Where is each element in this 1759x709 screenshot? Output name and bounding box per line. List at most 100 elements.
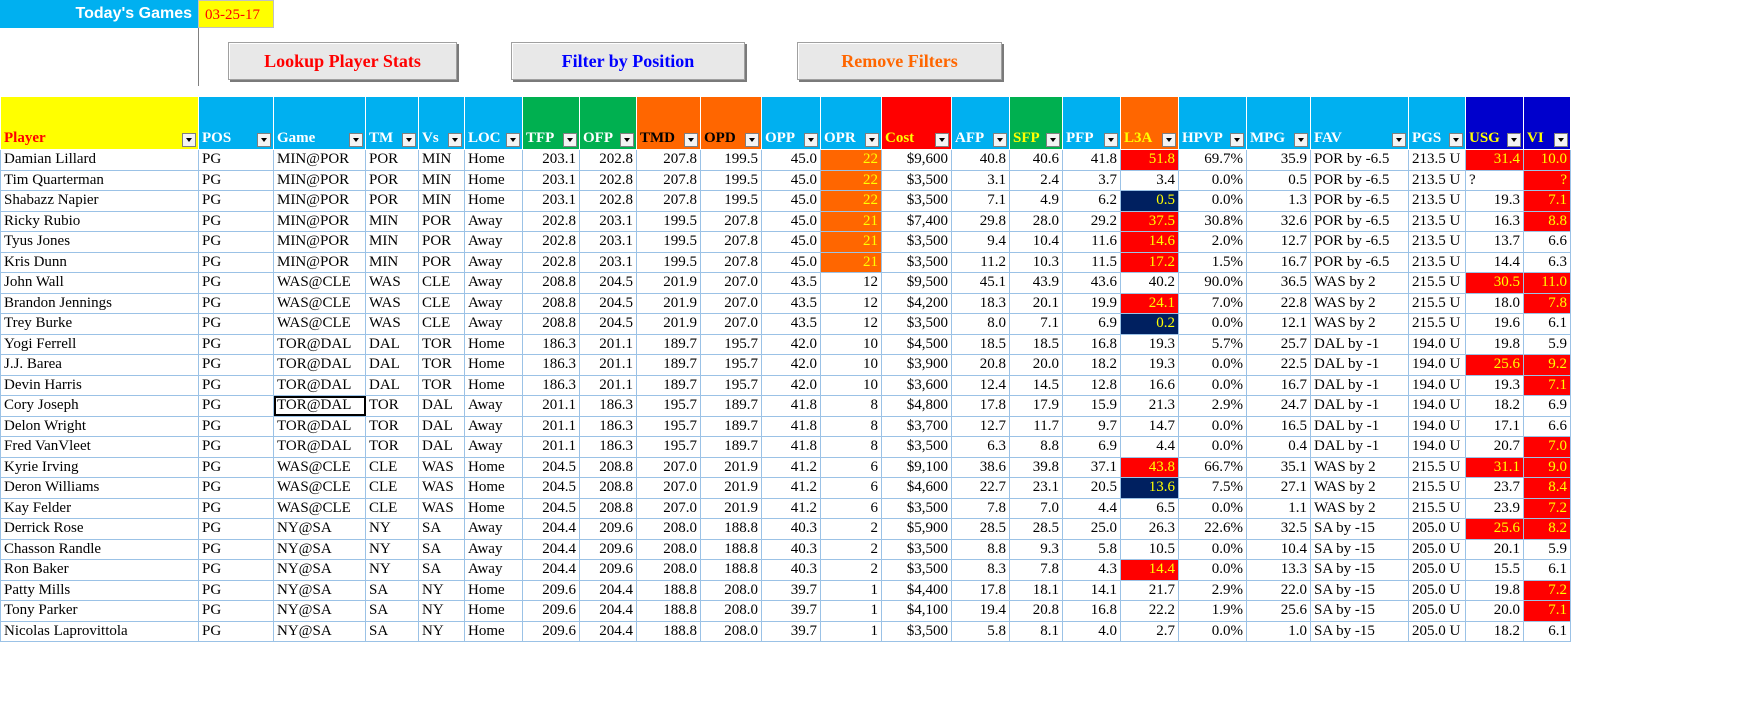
cell-hpvp[interactable]: 90.0% bbox=[1178, 272, 1247, 294]
cell-pfp[interactable]: 3.7 bbox=[1062, 169, 1121, 191]
cell-ofp[interactable]: 202.8 bbox=[579, 149, 637, 171]
cell-pos[interactable]: PG bbox=[198, 333, 274, 355]
cell-player[interactable]: Brandon Jennings bbox=[0, 292, 199, 314]
cell-game[interactable]: NY@SA bbox=[273, 579, 366, 601]
cell-pos[interactable]: PG bbox=[198, 231, 274, 253]
cell-opp[interactable]: 40.3 bbox=[761, 559, 821, 581]
cell-afp[interactable]: 12.4 bbox=[951, 374, 1010, 396]
cell-player[interactable]: Chasson Randle bbox=[0, 538, 199, 560]
filter-dropdown-icon[interactable] bbox=[865, 133, 879, 147]
cell-usg[interactable]: 31.1 bbox=[1465, 456, 1524, 478]
cell-opp[interactable]: 41.8 bbox=[761, 395, 821, 417]
cell-sfp[interactable]: 23.1 bbox=[1009, 477, 1063, 499]
cell-tfp[interactable]: 208.8 bbox=[522, 272, 580, 294]
cell-game[interactable]: WAS@CLE bbox=[273, 272, 366, 294]
cell-tfp[interactable]: 201.1 bbox=[522, 436, 580, 458]
cell-pos[interactable]: PG bbox=[198, 169, 274, 191]
cell-hpvp[interactable]: 22.6% bbox=[1178, 518, 1247, 540]
cell-opp[interactable]: 45.0 bbox=[761, 149, 821, 171]
cell-opr[interactable]: 8 bbox=[820, 415, 882, 437]
cell-vs[interactable]: NY bbox=[418, 579, 465, 601]
cell-hpvp[interactable]: 7.5% bbox=[1178, 477, 1247, 499]
cell-fav[interactable]: WAS by 2 bbox=[1310, 497, 1409, 519]
cell-vi[interactable]: 9.0 bbox=[1523, 456, 1571, 478]
cell-mpg[interactable]: 12.7 bbox=[1246, 231, 1311, 253]
cell-opp[interactable]: 41.8 bbox=[761, 436, 821, 458]
cell-vs[interactable]: WAS bbox=[418, 456, 465, 478]
filter-dropdown-icon[interactable] bbox=[1230, 133, 1244, 147]
cell-pfp[interactable]: 4.4 bbox=[1062, 497, 1121, 519]
cell-tmd[interactable]: 188.8 bbox=[636, 579, 701, 601]
cell-opr[interactable]: 21 bbox=[820, 210, 882, 232]
cell-opd[interactable]: 199.5 bbox=[700, 190, 762, 212]
cell-l3a[interactable]: 3.4 bbox=[1120, 169, 1179, 191]
cell-opd[interactable]: 188.8 bbox=[700, 559, 762, 581]
cell-cost[interactable]: $3,900 bbox=[881, 354, 952, 376]
filter-dropdown-icon[interactable] bbox=[745, 133, 759, 147]
cell-pgs[interactable]: 213.5 U bbox=[1408, 149, 1466, 171]
cell-l3a[interactable]: 21.7 bbox=[1120, 579, 1179, 601]
cell-vi[interactable]: 6.3 bbox=[1523, 251, 1571, 273]
cell-pfp[interactable]: 16.8 bbox=[1062, 600, 1121, 622]
cell-tm[interactable]: DAL bbox=[365, 333, 419, 355]
cell-pgs[interactable]: 194.0 U bbox=[1408, 436, 1466, 458]
cell-tfp[interactable]: 186.3 bbox=[522, 374, 580, 396]
cell-tm[interactable]: DAL bbox=[365, 374, 419, 396]
cell-vs[interactable]: DAL bbox=[418, 395, 465, 417]
cell-sfp[interactable]: 10.3 bbox=[1009, 251, 1063, 273]
cell-mpg[interactable]: 22.0 bbox=[1246, 579, 1311, 601]
cell-cost[interactable]: $7,400 bbox=[881, 210, 952, 232]
filter-dropdown-icon[interactable] bbox=[257, 133, 271, 147]
cell-ofp[interactable]: 208.8 bbox=[579, 477, 637, 499]
cell-pfp[interactable]: 4.3 bbox=[1062, 559, 1121, 581]
cell-tm[interactable]: POR bbox=[365, 169, 419, 191]
cell-pfp[interactable]: 6.9 bbox=[1062, 436, 1121, 458]
cell-opp[interactable]: 41.8 bbox=[761, 415, 821, 437]
cell-player[interactable]: Kris Dunn bbox=[0, 251, 199, 273]
cell-opr[interactable]: 1 bbox=[820, 620, 882, 642]
cell-pgs[interactable]: 205.0 U bbox=[1408, 620, 1466, 642]
cell-afp[interactable]: 18.3 bbox=[951, 292, 1010, 314]
cell-sfp[interactable]: 20.1 bbox=[1009, 292, 1063, 314]
cell-opr[interactable]: 1 bbox=[820, 579, 882, 601]
cell-opr[interactable]: 2 bbox=[820, 538, 882, 560]
cell-opd[interactable]: 188.8 bbox=[700, 538, 762, 560]
cell-cost[interactable]: $5,900 bbox=[881, 518, 952, 540]
cell-opd[interactable]: 199.5 bbox=[700, 149, 762, 171]
cell-opd[interactable]: 207.8 bbox=[700, 251, 762, 273]
cell-sfp[interactable]: 17.9 bbox=[1009, 395, 1063, 417]
cell-pos[interactable]: PG bbox=[198, 456, 274, 478]
cell-vs[interactable]: WAS bbox=[418, 497, 465, 519]
cell-usg[interactable]: 20.7 bbox=[1465, 436, 1524, 458]
cell-afp[interactable]: 8.0 bbox=[951, 313, 1010, 335]
cell-mpg[interactable]: 25.7 bbox=[1246, 333, 1311, 355]
cell-vi[interactable]: 11.0 bbox=[1523, 272, 1571, 294]
cell-l3a[interactable]: 2.7 bbox=[1120, 620, 1179, 642]
cell-mpg[interactable]: 0.5 bbox=[1246, 169, 1311, 191]
cell-tmd[interactable]: 207.8 bbox=[636, 149, 701, 171]
cell-fav[interactable]: DAL by -1 bbox=[1310, 354, 1409, 376]
cell-player[interactable]: Tony Parker bbox=[0, 600, 199, 622]
cell-fav[interactable]: POR by -6.5 bbox=[1310, 231, 1409, 253]
cell-tfp[interactable]: 209.6 bbox=[522, 600, 580, 622]
cell-vs[interactable]: MIN bbox=[418, 149, 465, 171]
cell-vs[interactable]: NY bbox=[418, 620, 465, 642]
cell-opd[interactable]: 208.0 bbox=[700, 579, 762, 601]
cell-tm[interactable]: WAS bbox=[365, 272, 419, 294]
cell-pfp[interactable]: 12.8 bbox=[1062, 374, 1121, 396]
cell-pgs[interactable]: 213.5 U bbox=[1408, 251, 1466, 273]
cell-vs[interactable]: TOR bbox=[418, 354, 465, 376]
cell-opr[interactable]: 21 bbox=[820, 251, 882, 273]
cell-vi[interactable]: 8.4 bbox=[1523, 477, 1571, 499]
cell-ofp[interactable]: 204.4 bbox=[579, 600, 637, 622]
cell-game[interactable]: NY@SA bbox=[273, 538, 366, 560]
cell-cost[interactable]: $3,600 bbox=[881, 374, 952, 396]
cell-hpvp[interactable]: 0.0% bbox=[1178, 169, 1247, 191]
cell-loc[interactable]: Away bbox=[464, 518, 523, 540]
cell-tmd[interactable]: 189.7 bbox=[636, 374, 701, 396]
cell-game[interactable]: MIN@POR bbox=[273, 210, 366, 232]
cell-tfp[interactable]: 201.1 bbox=[522, 395, 580, 417]
cell-loc[interactable]: Away bbox=[464, 210, 523, 232]
cell-pos[interactable]: PG bbox=[198, 149, 274, 171]
cell-vi[interactable]: 7.2 bbox=[1523, 579, 1571, 601]
